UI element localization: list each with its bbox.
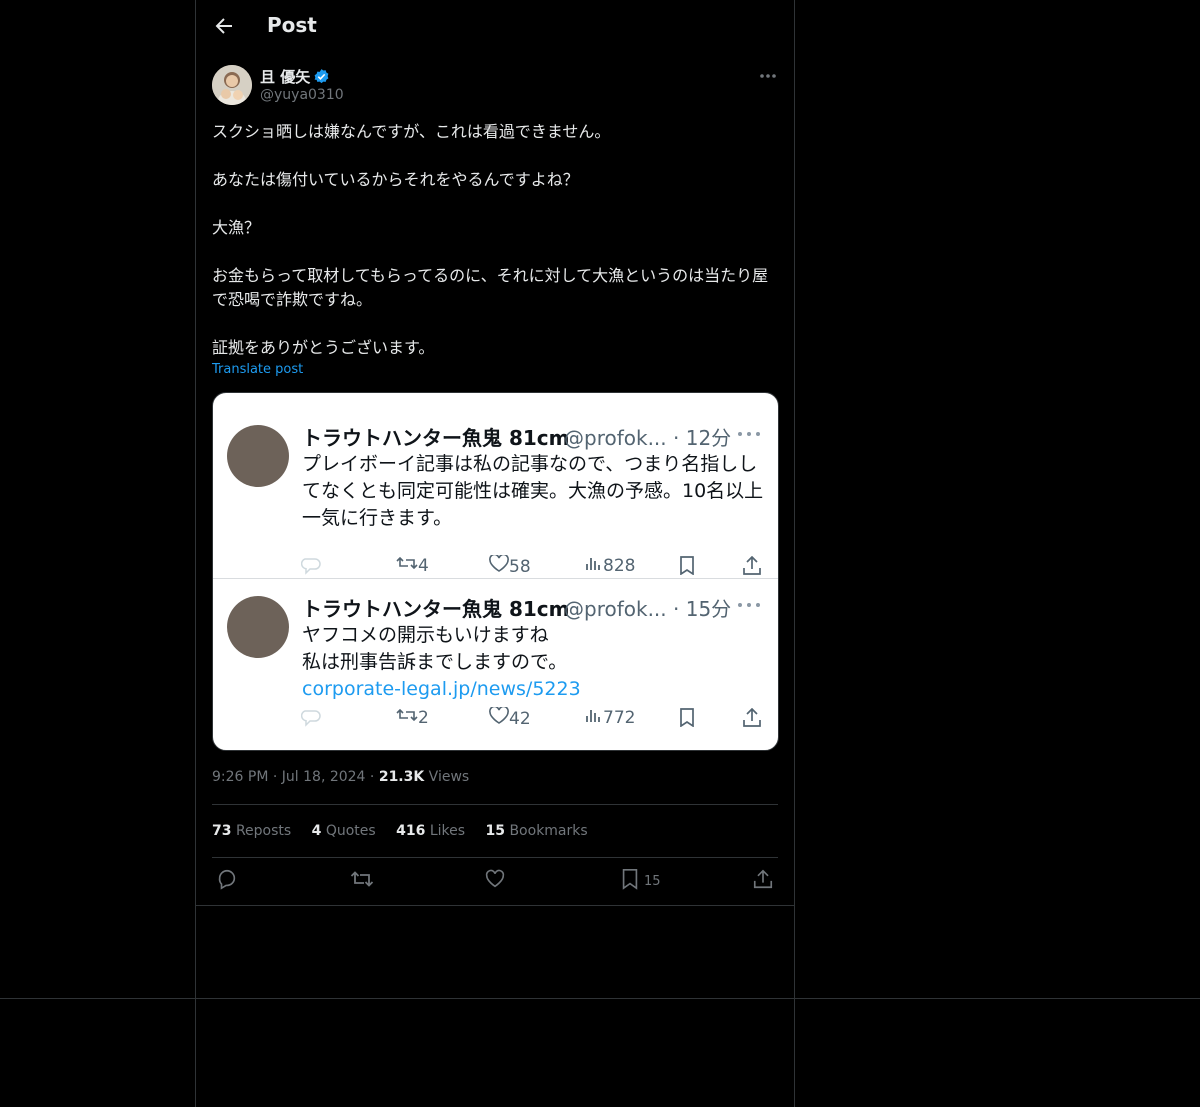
back-arrow-icon[interactable] xyxy=(212,14,236,38)
screenshot-action-bar: 4 58 828 xyxy=(301,553,766,577)
screenshot-tweet-text: プレイボーイ記事は私の記事なので、つまり名指ししてなくとも同定可能性は確実。大漁… xyxy=(302,453,764,529)
screenshot-tweet-1: トラウトハンター魚鬼 81cm @profok... · 12分 プレイボーイ記… xyxy=(213,408,778,580)
bookmark-button[interactable]: 15 xyxy=(620,868,661,894)
screenshot-like: 42 xyxy=(489,705,531,729)
post-time[interactable]: 9:26 PM xyxy=(212,769,268,785)
screenshot-author-name: トラウトハンター魚鬼 81cm xyxy=(302,426,570,450)
views-icon xyxy=(586,710,600,722)
screenshot-retweet-count: 4 xyxy=(418,556,429,576)
meta-separator: · xyxy=(369,769,379,785)
reposts-label: Reposts xyxy=(235,823,292,839)
post-text-line: スクショ晒しは嫌なんですが、これは看過できません。 xyxy=(212,122,611,141)
page-title: Post xyxy=(267,13,317,37)
share-icon xyxy=(743,708,761,727)
bookmark-count: 15 xyxy=(644,874,661,889)
screenshot-like-count: 42 xyxy=(509,709,531,729)
header: Post xyxy=(195,0,795,54)
divider xyxy=(212,857,778,858)
bookmarks-count: 15 xyxy=(485,823,505,839)
views-label: Views xyxy=(428,769,470,785)
retweet-icon xyxy=(396,708,418,722)
divider xyxy=(195,905,794,906)
bookmark-icon xyxy=(622,869,638,890)
screenshot-tweet-body: ヤフコメの開示もいけますね 私は刑事告訴までしますので。 xyxy=(302,624,568,673)
bookmarks-stat[interactable]: 15 Bookmarks xyxy=(486,823,588,839)
divider xyxy=(0,998,1200,999)
screenshot-retweet: 4 xyxy=(396,555,429,576)
like-icon[interactable] xyxy=(484,868,506,890)
screenshot-author-name: トラウトハンター魚鬼 81cm xyxy=(302,597,570,621)
screenshot-views-count: 772 xyxy=(603,708,636,728)
bookmark-icon xyxy=(680,556,694,575)
screenshot-like-count: 58 xyxy=(509,557,531,577)
share-icon xyxy=(743,556,761,575)
screenshot-tweet-text: ヤフコメの開示もいけますね 私は刑事告訴までしますので。 corporate-l… xyxy=(302,622,764,703)
reply-icon xyxy=(301,710,321,727)
quotes-stat[interactable]: 4 Quotes xyxy=(312,823,376,839)
post-text-line: 証拠をありがとうございます。 xyxy=(212,338,435,357)
screenshot-views-count: 828 xyxy=(603,556,636,576)
screenshot-avatar xyxy=(227,425,289,487)
avatar-image xyxy=(212,65,252,105)
post-text-line: 大漁？ xyxy=(212,218,261,237)
post-text-line: あなたは傷付いているからそれをやるんですよね？ xyxy=(212,170,579,189)
divider xyxy=(212,804,778,805)
author-handle[interactable]: @yuya0310 xyxy=(260,87,344,103)
quotes-label: Quotes xyxy=(325,823,376,839)
share-icon[interactable] xyxy=(752,868,774,890)
reposts-count: 73 xyxy=(212,823,232,839)
heart-icon xyxy=(489,553,509,572)
screenshot-views: 828 xyxy=(585,555,635,576)
screenshot-avatar xyxy=(227,596,289,658)
retweet-icon xyxy=(396,556,418,570)
likes-label: Likes xyxy=(429,823,466,839)
screenshot-retweet-count: 2 xyxy=(418,708,429,728)
heart-icon xyxy=(489,705,509,724)
screenshot-more-icon xyxy=(738,603,760,607)
author-name-text: 且 優矢 xyxy=(260,68,311,86)
reply-icon xyxy=(301,558,321,575)
post-date[interactable]: Jul 18, 2024 xyxy=(282,769,366,785)
more-options-icon[interactable] xyxy=(758,66,778,86)
translate-post-link[interactable]: Translate post xyxy=(212,362,303,377)
post-meta: 9:26 PM · Jul 18, 2024 · 21.3K Views xyxy=(212,769,469,785)
meta-separator: · xyxy=(272,769,282,785)
bookmarks-label: Bookmarks xyxy=(509,823,588,839)
views-count: 21.3K xyxy=(378,769,425,785)
engagement-stats: 73 Reposts 4 Quotes 416 Likes 15 Bookmar… xyxy=(212,823,604,839)
screenshot-more-icon xyxy=(738,432,760,436)
quotes-count: 4 xyxy=(311,823,322,839)
screenshot-handle: @profok... · 15分 xyxy=(564,597,732,621)
views-icon xyxy=(586,558,600,570)
likes-stat[interactable]: 416 Likes xyxy=(396,823,465,839)
author-name[interactable]: 且 優矢 xyxy=(260,66,330,87)
screenshot-like: 58 xyxy=(489,553,531,577)
screenshot-handle: @profok... · 12分 xyxy=(564,426,732,450)
reply-icon[interactable] xyxy=(216,868,238,890)
screenshot-tweet-link: corporate-legal.jp/news/5223 xyxy=(302,678,581,700)
post-text-line: お金もらって取材してもらってるのに、それに対して大漁というのは当たり屋で恐喝で詐… xyxy=(212,266,769,309)
bookmark-icon xyxy=(680,708,694,727)
avatar[interactable] xyxy=(212,65,252,105)
screenshot-views: 772 xyxy=(585,707,635,728)
verified-badge-icon xyxy=(314,69,329,84)
reposts-stat[interactable]: 73 Reposts xyxy=(212,823,291,839)
repost-icon[interactable] xyxy=(350,868,374,890)
post-text: スクショ晒しは嫌なんですが、これは看過できません。 あなたは傷付いているからそれ… xyxy=(212,120,778,360)
screenshot-action-bar: 2 42 772 xyxy=(301,705,766,729)
screenshot-tweet-2: トラウトハンター魚鬼 81cm @profok... · 15分 ヤフコメの開示… xyxy=(213,579,778,750)
likes-count: 416 xyxy=(396,823,426,839)
attached-screenshot[interactable]: トラウトハンター魚鬼 81cm @profok... · 12分 プレイボーイ記… xyxy=(212,392,779,751)
action-bar: 15 xyxy=(212,868,778,894)
screenshot-retweet: 2 xyxy=(396,707,429,728)
